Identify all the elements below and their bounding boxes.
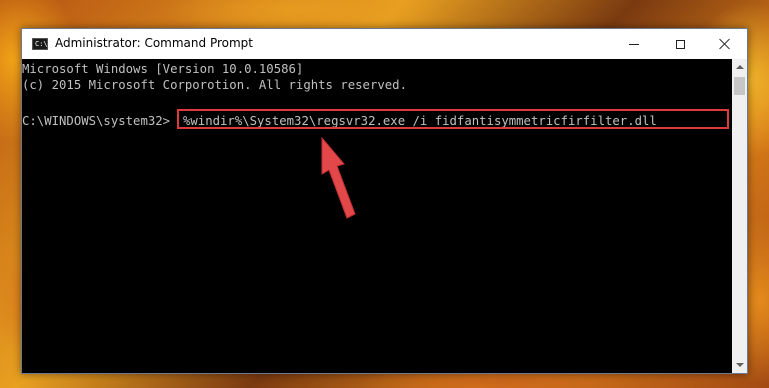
command-highlight-box bbox=[177, 109, 729, 129]
scroll-down-button[interactable] bbox=[732, 357, 747, 373]
chevron-up-icon bbox=[735, 65, 744, 69]
scroll-up-button[interactable] bbox=[732, 59, 747, 75]
scroll-thumb[interactable] bbox=[734, 77, 745, 95]
title-bar[interactable]: C:\ Administrator: Command Prompt bbox=[22, 29, 747, 59]
vertical-scrollbar[interactable] bbox=[732, 59, 747, 373]
window-title: Administrator: Command Prompt bbox=[55, 36, 253, 50]
console-prompt: C:\WINDOWS\system32> bbox=[22, 114, 171, 128]
console-output[interactable]: Microsoft Windows [Version 10.0.10586] (… bbox=[22, 59, 732, 373]
cmd-icon: C:\ bbox=[32, 38, 48, 50]
maximize-button[interactable] bbox=[657, 29, 703, 59]
minimize-icon bbox=[629, 43, 639, 45]
chevron-down-icon bbox=[735, 363, 744, 367]
maximize-icon bbox=[675, 39, 685, 49]
console-line: Microsoft Windows [Version 10.0.10586] bbox=[22, 62, 304, 76]
console-line: (c) 2015 Microsoft Corporotion. All righ… bbox=[22, 78, 407, 92]
minimize-button[interactable] bbox=[611, 29, 657, 59]
command-prompt-window: C:\ Administrator: Command Prompt Micros… bbox=[21, 28, 748, 374]
close-icon bbox=[719, 38, 731, 50]
close-button[interactable] bbox=[702, 29, 748, 59]
